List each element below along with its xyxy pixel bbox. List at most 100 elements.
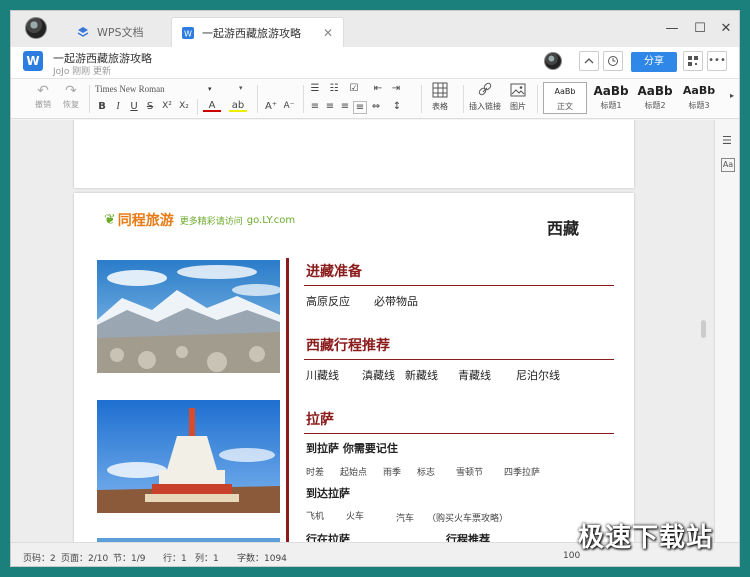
section-item[interactable]: 起始点 [340, 465, 367, 478]
bullet-list-icon[interactable]: ☰ [308, 83, 322, 94]
highlight-label: ab [231, 100, 245, 111]
app-window: WPS文档 W 一起游西藏旅游攻略 ✕ — ☐ ✕ W 一起游西藏旅游攻略 Jo… [10, 10, 740, 567]
leaf-icon: ❦ [104, 212, 116, 228]
font-name-value: Times New Roman [95, 84, 165, 94]
section-item[interactable]: 新藏线 [405, 367, 438, 383]
section-item[interactable]: 尼泊尔线 [516, 367, 560, 383]
font-name-select[interactable]: Times New Roman ▾ [95, 84, 245, 98]
section-title: 进藏准备 [306, 264, 362, 280]
page-heading: 西藏 [547, 219, 580, 238]
history-icon[interactable] [603, 51, 623, 71]
checklist-icon[interactable]: ☑ [347, 83, 361, 94]
italic-button[interactable]: I [111, 101, 125, 112]
style-heading-2[interactable]: AaBb 标题2 [633, 82, 677, 114]
redo-button[interactable]: ↷ 恢复 [57, 83, 85, 110]
vertical-scrollbar[interactable] [701, 320, 706, 338]
tongcheng-logo: ❦ 同程旅游 更多精彩请访问 go.LY.com [104, 210, 295, 230]
subsection-title: 行程推荐 [446, 533, 490, 542]
section-item[interactable]: 雪顿节 [456, 465, 483, 478]
right-side-panel: ☰ Aa [714, 120, 739, 542]
bold-button[interactable]: B [95, 101, 109, 112]
section-rule [304, 285, 614, 286]
subscript-button[interactable]: X₂ [176, 101, 192, 111]
style-panel-icon[interactable]: Aa [721, 158, 735, 172]
table-icon [432, 82, 448, 98]
logo-brand: 同程旅游 [117, 213, 174, 229]
style-name: 标题3 [688, 101, 710, 110]
section-item[interactable]: 高原反应 [306, 293, 350, 309]
section-item[interactable]: 青藏线 [458, 367, 491, 383]
style-heading-3[interactable]: AaBb 标题3 [677, 82, 721, 114]
watermark: 极速下载站 [578, 523, 714, 553]
section-title: 拉萨 [306, 412, 334, 428]
mountain-photo [97, 260, 280, 373]
insert-link-label: 插入链接 [469, 102, 501, 111]
section-item[interactable]: （购买火车票攻略） [427, 511, 508, 524]
outline-icon[interactable]: ☰ [722, 134, 732, 147]
grow-font-button[interactable]: A⁺ [263, 101, 279, 112]
tab-label: 一起游西藏旅游攻略 [202, 26, 301, 40]
panel-scroll-handle[interactable] [739, 331, 740, 361]
underline-button[interactable]: U [127, 101, 141, 112]
status-section: 节：1/9 [113, 554, 146, 564]
more-options-icon[interactable]: ••• [707, 51, 727, 71]
divider [537, 85, 538, 113]
tab-wps-docs[interactable]: WPS文档 [67, 17, 154, 47]
section-item[interactable]: 必带物品 [374, 293, 418, 309]
insert-link-button[interactable]: 插入链接 [467, 82, 503, 112]
strikethrough-button[interactable]: S [143, 101, 157, 112]
image-icon [510, 83, 526, 97]
shrink-font-button[interactable]: A⁻ [281, 101, 297, 111]
section-item[interactable]: 川藏线 [306, 367, 339, 383]
section-item[interactable]: 汽车 [396, 511, 414, 524]
image-button[interactable]: 图片 [507, 82, 529, 112]
collaborator-avatar[interactable] [544, 52, 562, 70]
numbered-list-icon[interactable]: ☷ [327, 83, 341, 94]
table-button[interactable]: 表格 [427, 82, 453, 112]
user-avatar[interactable] [25, 17, 47, 39]
section-item[interactable]: 标志 [417, 465, 435, 478]
style-sample: AaBb [682, 84, 716, 97]
undo-button[interactable]: ↶ 撤销 [29, 83, 57, 110]
style-heading-1[interactable]: AaBb 标题1 [589, 82, 633, 114]
link-icon [478, 82, 492, 96]
subsection-title: 行在拉萨 [306, 533, 350, 542]
share-button[interactable]: 分享 [631, 52, 677, 72]
chevron-down-icon: ▾ [239, 84, 243, 92]
document-header: W 一起游西藏旅游攻略 JoJo 刚刚 更新 分享 ••• [11, 47, 739, 79]
section-item[interactable]: 飞机 [306, 509, 324, 522]
status-pages: 页面：2/10 [61, 554, 109, 564]
section-item[interactable]: 雨季 [383, 465, 401, 478]
align-right-icon[interactable]: ≡ [338, 101, 352, 112]
font-size-dropdown-icon[interactable]: ▾ [208, 85, 212, 93]
stupa-photo [97, 400, 280, 513]
highlight-button[interactable]: ab [229, 100, 247, 112]
close-window-button[interactable]: ✕ [715, 19, 737, 39]
document-canvas[interactable]: ❦ 同程旅游 更多精彩请访问 go.LY.com 西藏 进藏准备 高原反应 必带… [11, 120, 714, 542]
section-item[interactable]: 四季拉萨 [504, 465, 540, 478]
tab-document[interactable]: W 一起游西藏旅游攻略 ✕ [171, 17, 345, 47]
minimize-button[interactable]: — [661, 19, 683, 39]
line-spacing-icon[interactable]: ↕ [389, 101, 405, 112]
chevron-right-icon[interactable]: ▸ [727, 91, 737, 100]
increase-indent-icon[interactable]: ⇥ [389, 83, 403, 94]
font-color-button[interactable]: A [203, 100, 221, 112]
superscript-button[interactable]: X² [159, 101, 175, 111]
align-left-icon[interactable]: ≡ [308, 101, 322, 112]
wps-docs-icon [77, 26, 89, 38]
style-normal[interactable]: AaBb 正文 [543, 82, 587, 114]
close-tab-icon[interactable]: ✕ [323, 26, 333, 40]
distribute-icon[interactable]: ⇔ [369, 101, 383, 112]
redo-label: 恢复 [63, 100, 79, 109]
align-center-icon[interactable]: ≡ [323, 101, 337, 112]
collapse-icon[interactable] [579, 51, 599, 71]
section-item[interactable]: 火车 [346, 509, 364, 522]
decrease-indent-icon[interactable]: ⇤ [371, 83, 385, 94]
maximize-button[interactable]: ☐ [689, 19, 711, 39]
qr-code-icon[interactable] [683, 51, 703, 71]
justify-icon[interactable]: ≡ [353, 101, 367, 114]
section-item[interactable]: 时差 [306, 465, 324, 478]
section-rule [304, 433, 614, 434]
font-color-label: A [208, 100, 216, 111]
section-item[interactable]: 滇藏线 [362, 367, 395, 383]
